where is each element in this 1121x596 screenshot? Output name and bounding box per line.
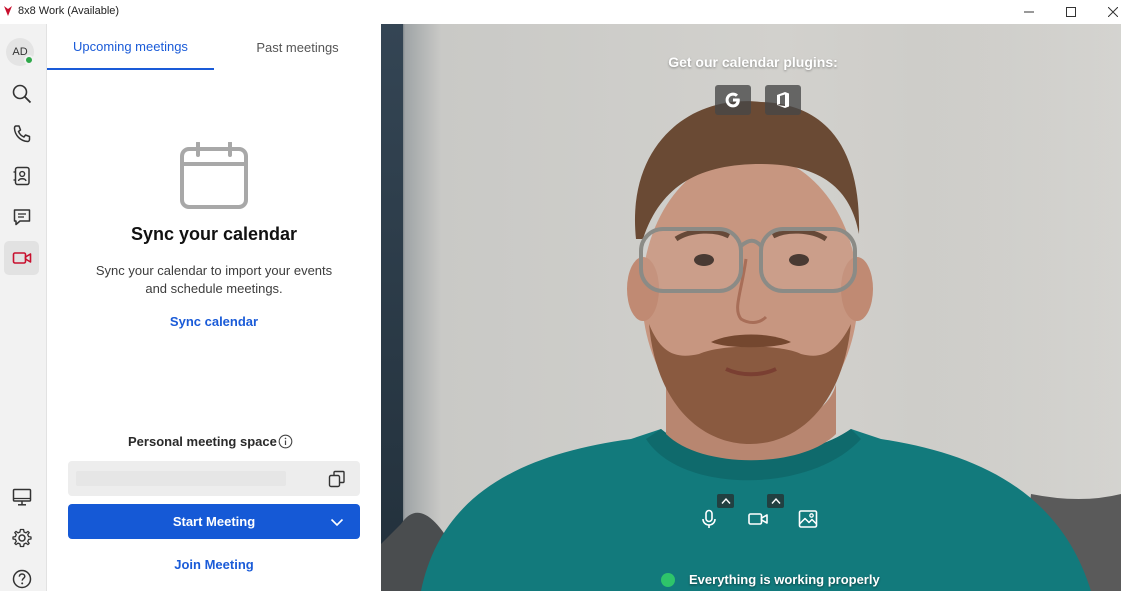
tab-past-meetings[interactable]: Past meetings — [214, 24, 381, 70]
sync-calendar-link[interactable]: Sync calendar — [47, 314, 381, 329]
minimize-button[interactable] — [1006, 0, 1052, 24]
device-status-text: Everything is working properly — [689, 572, 880, 587]
nav-rail: AD — [0, 24, 47, 591]
camera-icon — [748, 513, 768, 525]
contacts-icon — [13, 166, 30, 186]
close-icon — [1108, 7, 1118, 17]
microphone-toggle[interactable] — [696, 506, 722, 532]
info-icon[interactable] — [278, 434, 293, 449]
personal-meeting-link — [76, 471, 286, 486]
start-meeting-label: Start Meeting — [172, 514, 256, 529]
maximize-icon — [1066, 7, 1076, 17]
calendar-plugins-label: Get our calendar plugins: — [668, 54, 838, 70]
chevron-up-icon — [720, 497, 731, 504]
app-logo-icon — [4, 6, 12, 16]
personal-meeting-link-field[interactable] — [68, 461, 360, 496]
video-camera-icon — [12, 252, 31, 264]
tab-upcoming-meetings[interactable]: Upcoming meetings — [47, 24, 214, 70]
camera-toggle[interactable] — [745, 506, 771, 532]
gear-icon — [11, 528, 32, 548]
chat-icon — [13, 209, 30, 226]
presence-indicator — [24, 55, 34, 65]
search-icon — [12, 84, 31, 104]
nav-settings[interactable] — [4, 521, 39, 555]
join-meeting-link[interactable]: Join Meeting — [47, 557, 381, 572]
status-indicator — [661, 573, 675, 587]
personal-meeting-space-label: Personal meeting space — [128, 434, 277, 449]
minimize-icon — [1024, 11, 1034, 13]
nav-search[interactable] — [4, 77, 39, 111]
camera-preview: Get our calendar plugins: Everything is … — [381, 24, 1121, 591]
chevron-up-icon — [770, 497, 781, 504]
background-image-icon — [798, 510, 818, 528]
monitor-icon — [12, 488, 31, 506]
nav-contacts[interactable] — [4, 159, 39, 193]
close-button[interactable] — [1090, 0, 1121, 24]
office-calendar-plugin-button[interactable] — [765, 85, 801, 115]
nav-meetings[interactable] — [4, 241, 39, 275]
sync-calendar-description: Sync your calendar to import your events… — [95, 263, 333, 296]
meetings-panel: Upcoming meetings Past meetings Sync you… — [47, 24, 381, 591]
office-icon — [777, 92, 789, 108]
help-icon — [12, 569, 31, 589]
copy-icon[interactable] — [327, 469, 347, 489]
phone-icon — [13, 125, 30, 143]
window-title: 8x8 Work (Available) — [18, 5, 120, 17]
google-calendar-plugin-button[interactable] — [715, 85, 751, 115]
chevron-down-icon[interactable] — [330, 515, 344, 529]
background-effects-button[interactable] — [795, 506, 821, 532]
sync-calendar-title: Sync your calendar — [130, 224, 298, 244]
nav-screen[interactable] — [4, 480, 39, 514]
start-meeting-button[interactable]: Start Meeting — [68, 504, 360, 539]
title-bar: 8x8 Work (Available) — [0, 0, 1121, 24]
calendar-icon — [180, 142, 248, 209]
microphone-icon — [702, 509, 716, 528]
nav-messages[interactable] — [4, 200, 39, 234]
google-icon — [725, 92, 740, 108]
nav-calls[interactable] — [4, 117, 39, 151]
maximize-button[interactable] — [1048, 0, 1094, 24]
